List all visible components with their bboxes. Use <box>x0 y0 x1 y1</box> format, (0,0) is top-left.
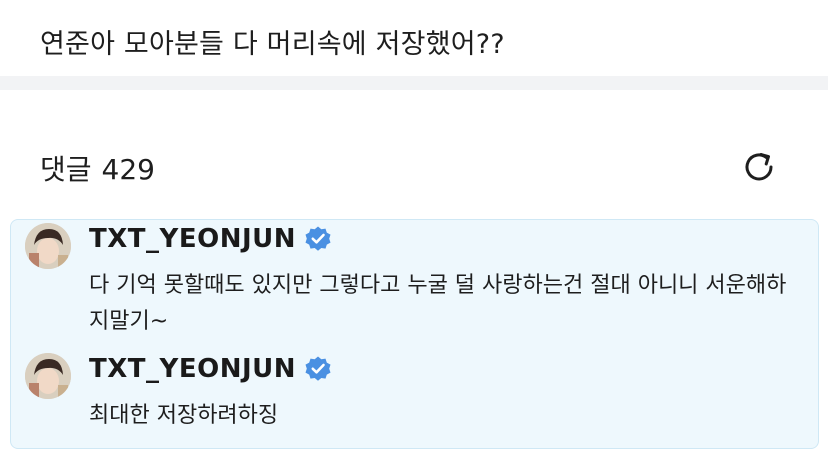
comments-label: 댓글 <box>40 153 92 186</box>
comment-username[interactable]: TXT_YEONJUN <box>89 224 332 254</box>
comment-thread: TXT_YEONJUN 다 기억 못할때도 있지만 그렇다고 누굴 덜 사랑하는… <box>10 219 819 449</box>
verified-badge-icon <box>305 356 331 381</box>
comment-text: 다 기억 못할때도 있지만 그렇다고 누굴 덜 사랑하는건 절대 아니니 서운해… <box>89 273 787 334</box>
username-text: TXT_YEONJUN <box>89 354 297 384</box>
refresh-button[interactable] <box>738 147 780 187</box>
refresh-icon <box>745 153 773 181</box>
comments-count: 429 <box>101 153 155 186</box>
username-text: TXT_YEONJUN <box>89 224 297 254</box>
avatar[interactable] <box>25 223 71 269</box>
avatar[interactable] <box>25 353 71 399</box>
post-text: 연준아 모아분들 다 머리속에 저장했어?? <box>40 29 505 60</box>
section-divider <box>0 76 828 90</box>
comments-header: 댓글 429 <box>40 148 165 188</box>
comment-text: 최대한 저장하려하징 <box>89 403 279 428</box>
comment-username[interactable]: TXT_YEONJUN <box>89 354 332 384</box>
verified-badge-icon <box>305 226 331 251</box>
